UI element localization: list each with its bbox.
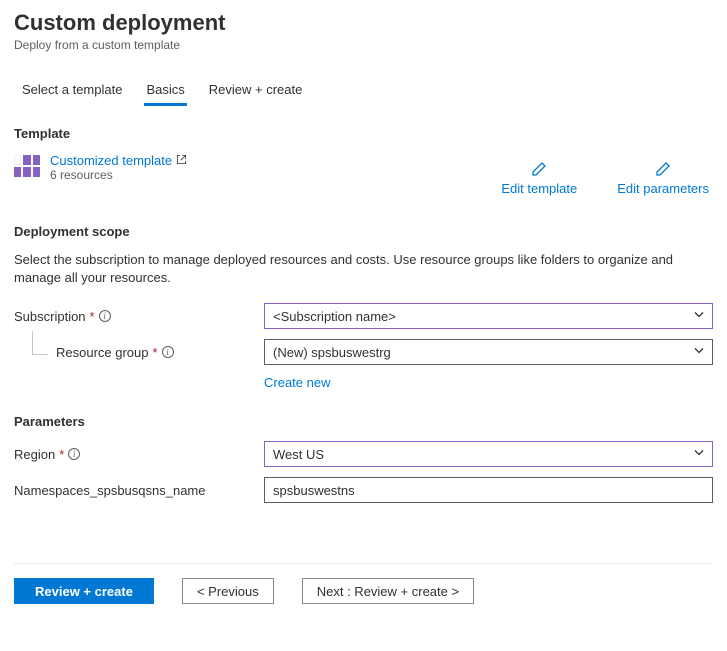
info-icon[interactable]: i (162, 346, 174, 358)
subscription-label-text: Subscription (14, 309, 86, 324)
footer-bar: Review + create < Previous Next : Review… (14, 563, 713, 614)
subscription-dropdown[interactable] (264, 303, 713, 329)
required-asterisk: * (153, 345, 158, 360)
edit-template-label: Edit template (501, 181, 577, 196)
region-label: Region * i (14, 447, 264, 462)
tab-review-create[interactable]: Review + create (207, 76, 305, 106)
parameters-heading: Parameters (14, 414, 713, 429)
edit-template-link[interactable]: Edit template (501, 161, 577, 196)
pencil-icon (655, 161, 671, 177)
scope-heading: Deployment scope (14, 224, 713, 239)
next-button[interactable]: Next : Review + create > (302, 578, 474, 604)
create-new-link[interactable]: Create new (264, 375, 713, 390)
customized-template-link[interactable]: Customized template (50, 153, 187, 168)
page-title: Custom deployment (14, 10, 713, 36)
template-grid-icon (14, 155, 40, 177)
subscription-label: Subscription * i (14, 309, 264, 324)
namespace-label: Namespaces_spsbusqsns_name (14, 483, 264, 498)
edit-parameters-link[interactable]: Edit parameters (617, 161, 709, 196)
info-icon[interactable]: i (99, 310, 111, 322)
page-subtitle: Deploy from a custom template (14, 38, 713, 52)
resource-group-label: Resource group * i (14, 345, 264, 360)
template-section: Customized template 6 resources Edit tem… (14, 153, 713, 196)
external-link-icon (176, 154, 187, 168)
template-link-text: Customized template (50, 153, 172, 168)
resource-group-label-text: Resource group (56, 345, 149, 360)
tab-select-template[interactable]: Select a template (20, 76, 124, 106)
previous-button[interactable]: < Previous (182, 578, 274, 604)
tabs-bar: Select a template Basics Review + create (14, 76, 713, 106)
tab-basics[interactable]: Basics (144, 76, 186, 106)
required-asterisk: * (90, 309, 95, 324)
review-create-button[interactable]: Review + create (14, 578, 154, 604)
info-icon[interactable]: i (68, 448, 80, 460)
region-label-text: Region (14, 447, 55, 462)
resource-group-dropdown[interactable] (264, 339, 713, 365)
scope-description: Select the subscription to manage deploy… (14, 251, 713, 287)
region-dropdown[interactable] (264, 441, 713, 467)
template-resources-count: 6 resources (50, 168, 187, 182)
pencil-icon (531, 161, 547, 177)
namespace-label-text: Namespaces_spsbusqsns_name (14, 483, 206, 498)
template-heading: Template (14, 126, 713, 141)
required-asterisk: * (59, 447, 64, 462)
indent-line (32, 331, 48, 355)
edit-parameters-label: Edit parameters (617, 181, 709, 196)
namespace-input[interactable] (264, 477, 713, 503)
